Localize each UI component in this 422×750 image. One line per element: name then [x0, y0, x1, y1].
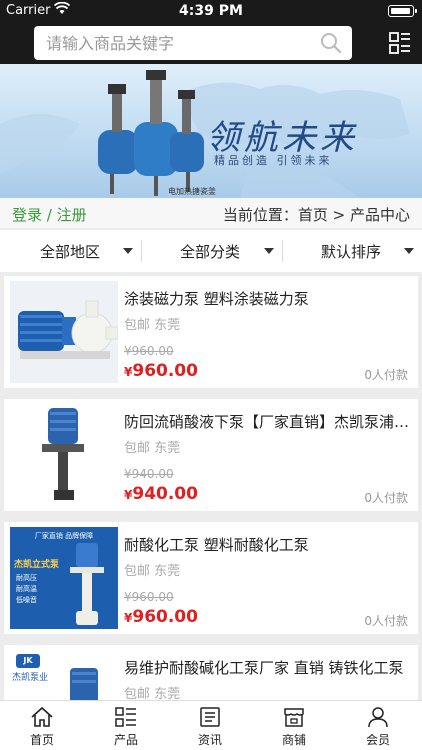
sales-count: 0人付款: [364, 614, 408, 628]
status-bar: Carrier 4:39 PM: [0, 0, 422, 22]
filter-category[interactable]: 全部分类: [142, 230, 282, 272]
product-meta: 包邮 东莞: [124, 318, 181, 333]
tab-home-label: 首页: [29, 733, 54, 747]
tab-shop-label: 商铺: [281, 733, 306, 747]
banner-brand-text: 电加热搪瓷釜: [168, 187, 216, 196]
bottom-tab-bar: 首页 产品 资讯 商铺 会员: [0, 700, 422, 750]
tab-member-label: 会员: [365, 733, 390, 747]
original-price: ¥960.00: [124, 590, 174, 604]
product-meta: 包邮 东莞: [124, 441, 181, 456]
filter-sort[interactable]: 默认排序: [283, 230, 422, 272]
filter-region[interactable]: 全部地区: [0, 230, 140, 272]
search-icon[interactable]: [320, 32, 342, 54]
product-image: 厂家直销 品牌保障 杰凯立式泵 耐高压 耐高温 低噪音: [10, 527, 118, 629]
top-bar: Carrier 4:39 PM: [0, 0, 422, 64]
tab-home[interactable]: 首页: [0, 701, 84, 750]
product-meta: 包邮 东莞: [124, 564, 181, 579]
filter-region-label: 全部地区: [40, 243, 101, 261]
breadcrumb: 当前位置：首页 > 产品中心: [222, 206, 410, 224]
tab-products-label: 产品: [113, 733, 138, 747]
news-icon: [200, 707, 220, 727]
tab-news[interactable]: 资讯: [168, 701, 252, 750]
list-icon: [115, 707, 136, 727]
sales-count: 0人付款: [364, 368, 408, 382]
battery-icon: [388, 5, 417, 17]
product-price: ¥960.00: [124, 361, 198, 381]
product-card[interactable]: 涂装磁力泵 塑料涂装磁力泵 包邮 东莞 ¥960.00 ¥960.00 0人付款: [4, 276, 418, 388]
original-price: ¥940.00: [124, 467, 174, 481]
user-icon: [368, 707, 388, 728]
original-price: ¥960.00: [124, 344, 174, 358]
login-register-link[interactable]: 登录 / 注册: [12, 204, 87, 225]
product-price: ¥940.00: [124, 484, 198, 504]
caret-down-icon: [264, 248, 274, 254]
category-menu-icon[interactable]: [388, 31, 412, 55]
tab-products[interactable]: 产品: [84, 701, 168, 750]
search-input[interactable]: [46, 26, 306, 60]
sales-count: 0人付款: [364, 491, 408, 505]
product-title[interactable]: 防回流硝酸液下泵【厂家直销】杰凯泵浦立式泵: [124, 411, 412, 432]
filter-bar: 全部地区 全部分类 默认排序: [0, 230, 422, 272]
caret-down-icon: [123, 248, 133, 254]
tab-news-label: 资讯: [197, 733, 222, 747]
caret-down-icon: [404, 248, 414, 254]
product-image: [10, 404, 118, 506]
reactor-image: [98, 70, 204, 196]
product-price: ¥960.00: [124, 607, 198, 627]
product-image: [10, 281, 118, 383]
tab-shop[interactable]: 商铺: [252, 701, 336, 750]
product-title[interactable]: 易维护耐酸碱化工泵厂家 直销 铸铁化工泵: [124, 657, 412, 678]
home-icon: [31, 706, 53, 727]
product-card[interactable]: 厂家直销 品牌保障 杰凯立式泵 耐高压 耐高温 低噪音 耐酸化工泵 塑料耐酸化工…: [4, 522, 418, 634]
filter-category-label: 全部分类: [180, 243, 241, 261]
product-card[interactable]: 防回流硝酸液下泵【厂家直销】杰凯泵浦立式泵 包邮 东莞 ¥940.00 ¥940…: [4, 399, 418, 511]
shop-icon: [284, 708, 304, 727]
status-time: 4:39 PM: [179, 3, 243, 19]
tab-member[interactable]: 会员: [336, 701, 420, 750]
promo-banner[interactable]: 领航未来 精品创造 引领未来 电加热搪瓷釜: [0, 64, 422, 198]
breadcrumb-bar: 登录 / 注册 当前位置：首页 > 产品中心: [0, 198, 422, 228]
banner-subtitle: 精品创造 引领未来: [214, 154, 333, 167]
product-title[interactable]: 涂装磁力泵 塑料涂装磁力泵: [124, 288, 412, 309]
filter-sort-label: 默认排序: [321, 243, 382, 261]
search-box[interactable]: [34, 26, 352, 60]
product-title[interactable]: 耐酸化工泵 塑料耐酸化工泵: [124, 534, 412, 555]
